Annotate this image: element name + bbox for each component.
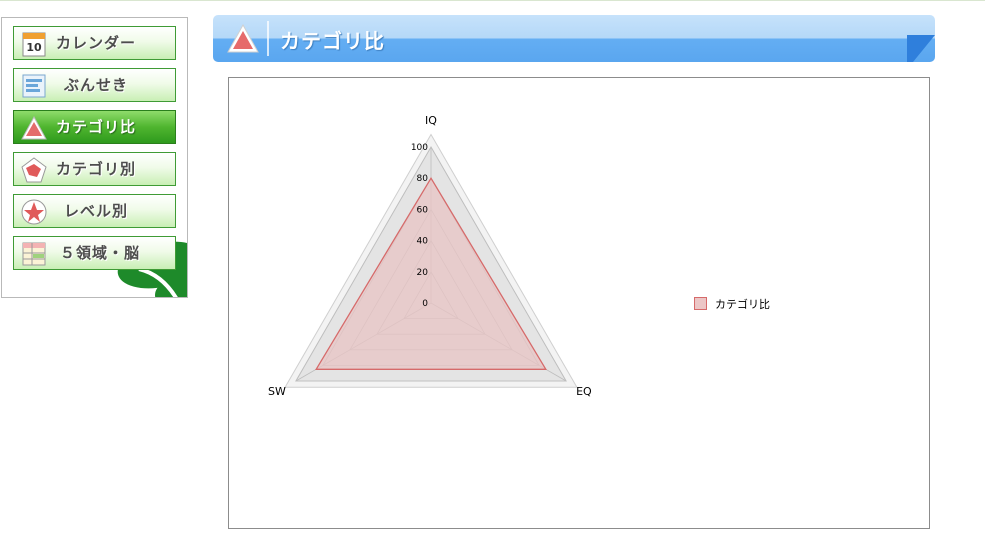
radar-tick-label: 20 [417,268,429,278]
page-title: カテゴリ比 [280,29,385,53]
pentagon-chart-icon [21,157,47,183]
legend-swatch [694,297,707,310]
radar-axis-label: IQ [425,114,437,127]
radar-chart: 0 20 40 60 80 100 IQ EQ SW [268,114,592,398]
legend-label: カテゴリ比 [715,298,770,311]
radar-axis-label: EQ [576,385,592,398]
sidebar: 10 カレンダー ぶんせき カテゴリ比 カテゴリ別 レベル別 ５領域・脳 [1,17,188,298]
calendar-icon: 10 [22,32,46,57]
sidebar-item-label: カテゴリ別 [56,160,137,178]
sidebar-item-label: レベル別 [64,202,129,220]
radar-tick-label: 100 [411,143,428,153]
sidebar-item-category-ratio[interactable]: カテゴリ比 [13,110,176,144]
top-divider [0,0,985,1]
radar-axis-label: SW [268,385,286,398]
triangle-chart-icon [227,23,259,53]
radar-tick-label: 0 [422,299,428,309]
sidebar-item-label: ５領域・脳 [60,244,141,262]
star-radar-icon [21,199,47,225]
analysis-list-icon [22,74,46,98]
sidebar-item-analysis[interactable]: ぶんせき [13,68,176,102]
sidebar-item-five-areas-brain[interactable]: ５領域・脳 [13,236,176,270]
sidebar-item-by-category[interactable]: カテゴリ別 [13,152,176,186]
sidebar-item-label: カレンダー [56,34,137,52]
chart-panel: 0 20 40 60 80 100 IQ EQ SW カテゴリ比 [228,77,930,529]
table-grid-icon [22,242,46,266]
sidebar-item-label: ぶんせき [64,76,129,94]
svg-text:10: 10 [26,41,42,54]
sidebar-item-by-level[interactable]: レベル別 [13,194,176,228]
radar-tick-label: 80 [417,174,429,184]
radar-tick-label: 40 [417,237,429,247]
radar-tick-label: 60 [417,205,429,215]
page-header: カテゴリ比 [213,15,935,62]
triangle-chart-icon [21,115,47,140]
sidebar-item-calendar[interactable]: 10 カレンダー [13,26,176,60]
sidebar-item-label: カテゴリ比 [56,118,137,136]
